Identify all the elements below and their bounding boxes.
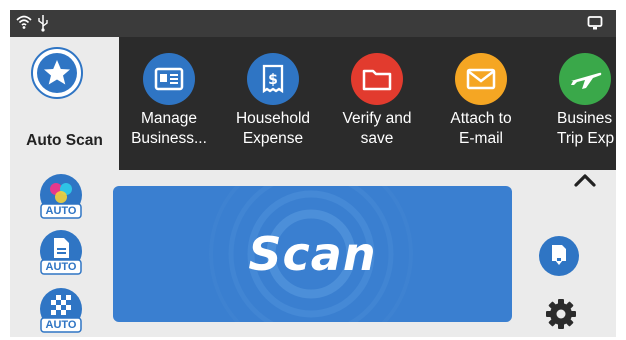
profile-household-expense[interactable]: $ Household Expense — [223, 37, 327, 170]
profile-business-trip-expense[interactable]: Busines Trip Exp — [535, 37, 616, 170]
auto-scan-button[interactable] — [31, 47, 83, 99]
profile-label: Verify and save — [327, 109, 427, 149]
profile-icon-circle — [143, 53, 195, 105]
wifi-icon — [16, 15, 32, 29]
profile-manage-business[interactable]: Manage Business... — [119, 37, 223, 170]
profile-label-line1: Attach to — [450, 110, 512, 127]
color-mode-auto-button[interactable]: AUTO — [36, 172, 86, 222]
profile-label-line2: Trip Exp — [557, 130, 615, 147]
receipt-icon: $ — [262, 64, 284, 94]
auto-badge: AUTO — [45, 319, 77, 331]
profile-verify-and-save[interactable]: Verify and save — [327, 37, 431, 170]
airplane-icon — [571, 72, 602, 89]
profile-label-line2: Business... — [131, 130, 207, 147]
star-icon — [37, 53, 77, 93]
profile-attach-to-email[interactable]: Attach to E-mail — [431, 37, 535, 170]
scan-button[interactable]: Scan — [113, 186, 512, 322]
profile-icon-circle: $ — [247, 53, 299, 105]
screen-icon — [587, 16, 603, 30]
business-card-icon — [154, 67, 184, 91]
gear-icon[interactable] — [544, 297, 578, 331]
profile-label-line2: E-mail — [459, 130, 503, 147]
scanner-screen: Auto Scan Manage Business... $ Household… — [10, 10, 616, 337]
auto-badge: AUTO — [45, 205, 77, 217]
status-bar — [10, 10, 616, 37]
auto-scan-panel[interactable]: Auto Scan — [10, 37, 119, 170]
profile-label-line1: Manage — [140, 110, 197, 127]
profile-label: Busines Trip Exp — [557, 109, 616, 149]
usb-icon — [38, 15, 48, 32]
folder-icon — [362, 69, 392, 91]
profile-strip: Manage Business... $ Household Expense V… — [119, 37, 616, 170]
profile-icon-circle — [455, 53, 507, 105]
profile-icon-circle — [559, 53, 611, 105]
auto-scan-label: Auto Scan — [26, 132, 103, 149]
profile-icon-circle — [351, 53, 403, 105]
email-icon — [466, 68, 496, 90]
profile-label: Attach to E-mail — [431, 109, 531, 149]
profile-label-line1: Household — [235, 110, 311, 127]
resolution-auto-button[interactable]: AUTO — [36, 286, 86, 336]
profile-label-line2: Expense — [242, 130, 304, 147]
profile-label-line1: Verify and — [342, 110, 412, 127]
profile-label: Household Expense — [223, 109, 323, 149]
paper-size-auto-button[interactable]: AUTO — [36, 228, 86, 278]
feed-mode-icon[interactable] — [538, 235, 580, 277]
auto-badge: AUTO — [45, 261, 77, 273]
profile-label-line2: save — [360, 130, 394, 147]
svg-text:$: $ — [268, 72, 278, 88]
profile-label-line1: Busines — [557, 110, 613, 127]
chevron-up-icon[interactable] — [572, 170, 598, 190]
profile-label: Manage Business... — [119, 109, 219, 149]
scan-label: Scan — [248, 227, 377, 281]
